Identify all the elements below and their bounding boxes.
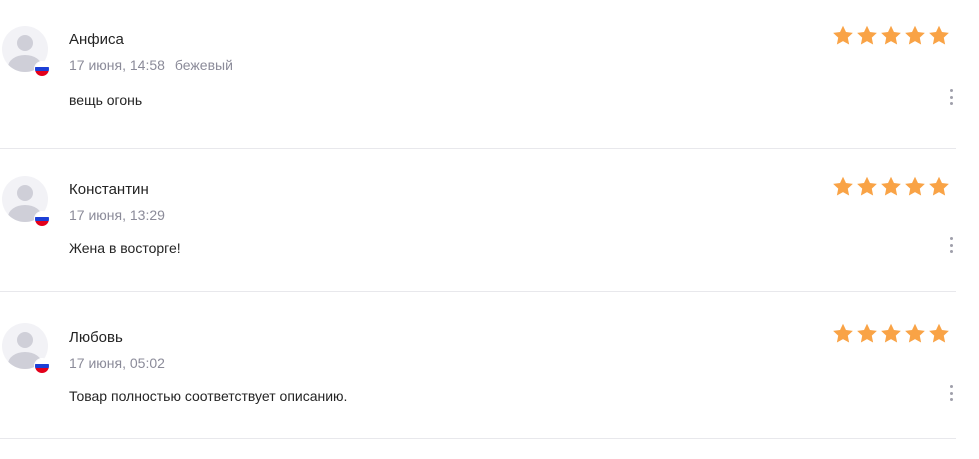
review-text: вещь огонь	[69, 92, 143, 108]
star-icon	[879, 322, 903, 344]
review-date: 17 июня, 14:58	[69, 57, 165, 73]
avatar-head	[17, 35, 33, 51]
review-author: Любовь	[69, 329, 123, 346]
review-text: Жена в восторге!	[69, 240, 181, 256]
star-icon	[831, 322, 855, 344]
review-meta: 17 июня, 14:58 бежевый	[69, 57, 233, 73]
avatar-head	[17, 185, 33, 201]
star-icon	[927, 24, 951, 46]
star-icon	[879, 24, 903, 46]
star-icon	[855, 24, 879, 46]
more-vertical-icon[interactable]	[946, 383, 956, 403]
review-item: Анфиса 17 июня, 14:58 бежевый вещь огонь	[0, 0, 956, 149]
star-icon	[855, 175, 879, 197]
more-vertical-icon[interactable]	[946, 235, 956, 255]
star-icon	[927, 175, 951, 197]
star-icon	[879, 175, 903, 197]
rating-stars	[831, 322, 951, 344]
review-meta: 17 июня, 05:02	[69, 355, 165, 371]
review-date: 17 июня, 05:02	[69, 355, 165, 371]
review-item: Любовь 17 июня, 05:02 Товар полностью со…	[0, 292, 956, 439]
russia-flag-icon	[34, 61, 50, 77]
review-date: 17 июня, 13:29	[69, 207, 165, 223]
russia-flag-icon	[34, 211, 50, 227]
star-icon	[927, 322, 951, 344]
review-author: Анфиса	[69, 31, 124, 48]
more-vertical-icon[interactable]	[946, 87, 956, 107]
avatar-head	[17, 332, 33, 348]
review-author: Константин	[69, 181, 149, 198]
review-variant: бежевый	[174, 57, 233, 73]
star-icon	[855, 322, 879, 344]
star-icon	[903, 24, 927, 46]
review-item: Константин 17 июня, 13:29 Жена в восторг…	[0, 149, 956, 292]
star-icon	[903, 175, 927, 197]
star-icon	[831, 175, 855, 197]
star-icon	[903, 322, 927, 344]
review-text: Товар полностью соответствует описанию.	[69, 388, 348, 404]
rating-stars	[831, 24, 951, 46]
rating-stars	[831, 175, 951, 197]
review-meta: 17 июня, 13:29	[69, 207, 165, 223]
star-icon	[831, 24, 855, 46]
russia-flag-icon	[34, 358, 50, 374]
